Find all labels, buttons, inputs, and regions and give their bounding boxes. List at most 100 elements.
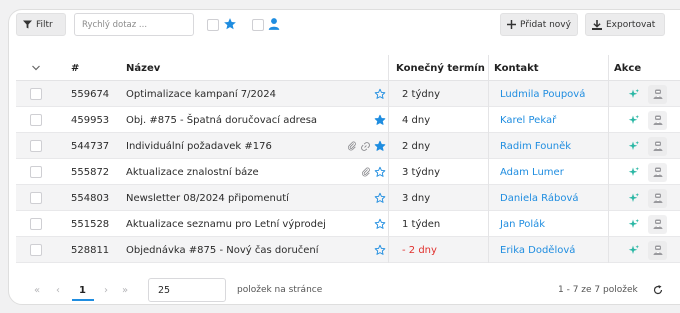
agent-icon (653, 245, 662, 255)
column-divider (608, 237, 609, 263)
assign-agent-button[interactable] (648, 136, 667, 156)
column-header-actions: Akce (614, 62, 642, 74)
row-contact-link[interactable]: Erika Dodělová (494, 237, 614, 263)
column-divider (608, 133, 609, 159)
ai-action-button[interactable] (624, 215, 643, 234)
column-header-deadline[interactable]: Konečný termín (396, 55, 496, 81)
row-contact-link[interactable]: Jan Polák (494, 211, 614, 237)
column-divider (488, 107, 489, 133)
row-contact-link[interactable]: Karel Pekař (494, 107, 614, 133)
pagination: « ‹ 1 › » 25 položek na stránce 1 - 7 ze… (16, 278, 680, 302)
row-actions (614, 237, 680, 263)
ai-action-button[interactable] (624, 85, 643, 104)
ai-action-button[interactable] (624, 111, 643, 130)
ai-action-button[interactable] (624, 241, 643, 260)
row-checkbox[interactable] (30, 140, 42, 152)
export-button[interactable]: Exportovat (585, 13, 665, 36)
row-id: 559674 (71, 88, 110, 100)
row-checkbox[interactable] (30, 244, 42, 256)
page-size-input[interactable]: 25 (148, 278, 226, 302)
items-range-label: 1 - 7 ze 7 položek (558, 285, 638, 295)
filter-button[interactable]: Filtr (16, 13, 66, 36)
row-contact-link[interactable]: Radim Founěk (494, 133, 614, 159)
star-icon[interactable] (223, 17, 237, 31)
page-size-label: položek na stránce (237, 285, 323, 295)
star-icon[interactable] (374, 192, 386, 204)
column-divider (388, 55, 389, 81)
assign-agent-button[interactable] (648, 84, 667, 104)
assign-agent-button[interactable] (648, 110, 667, 130)
star-icon[interactable] (374, 140, 386, 152)
starred-filter-checkbox[interactable] (207, 19, 219, 31)
row-checkbox[interactable] (30, 114, 42, 126)
export-label: Exportovat (606, 19, 656, 30)
table-row[interactable]: 528811 Objednávka #875 - Nový čas doručen… (16, 237, 680, 263)
row-deadline: 1 týden (402, 218, 441, 230)
row-actions (614, 185, 680, 211)
person-icon[interactable] (267, 17, 281, 31)
my-items-filter-checkbox[interactable] (252, 19, 264, 31)
table-row[interactable]: 551528 Aktualizace seznamu pro Letní výpr… (16, 211, 680, 237)
quick-search-input[interactable] (74, 13, 194, 36)
link-icon (361, 141, 370, 151)
ai-action-button[interactable] (624, 189, 643, 208)
agent-icon (653, 167, 662, 177)
download-icon (592, 19, 602, 30)
assign-agent-button[interactable] (648, 162, 667, 182)
row-checkbox[interactable] (30, 88, 42, 100)
column-divider (388, 211, 389, 237)
row-id: 528811 (71, 244, 110, 256)
active-page-indicator (72, 299, 94, 301)
table-row[interactable]: 555872 Aktualizace znalostní báze 3 týdny A… (16, 159, 680, 185)
next-page-button[interactable]: › (104, 278, 108, 302)
row-contact-link[interactable]: Ludmila Poupová (494, 81, 614, 107)
row-actions (614, 133, 680, 159)
last-page-button[interactable]: » (122, 278, 128, 302)
column-divider (388, 159, 389, 185)
column-divider (388, 107, 389, 133)
column-header-name[interactable]: Název (126, 55, 386, 81)
refresh-icon (653, 285, 663, 295)
ai-action-button[interactable] (624, 163, 643, 182)
assign-agent-button[interactable] (648, 240, 667, 260)
row-flags (316, 107, 386, 133)
table-row[interactable]: 559674 Optimalizace kampaní 7/2024 2 týdny… (16, 81, 680, 107)
column-divider (608, 185, 609, 211)
star-icon[interactable] (374, 114, 386, 126)
table-row[interactable]: 544737 Individuální požadavek #176 2 dny Ra… (16, 133, 680, 159)
row-contact-link[interactable]: Daniela Rábová (494, 185, 614, 211)
sparkle-icon (628, 167, 639, 176)
row-actions (614, 211, 680, 237)
first-page-button[interactable]: « (34, 278, 40, 302)
sparkle-icon (628, 141, 639, 150)
row-flags (316, 185, 386, 211)
row-id: 554803 (71, 192, 110, 204)
table-row[interactable]: 459953 Obj. #875 - Špatná doručovací adre… (16, 107, 680, 133)
row-checkbox[interactable] (30, 218, 42, 230)
table-row[interactable]: 554803 Newsletter 08/2024 připomenutí 3 dn… (16, 185, 680, 211)
add-new-button[interactable]: Přidat nový (500, 13, 578, 36)
sort-toggle[interactable] (16, 55, 56, 81)
column-header-contact[interactable]: Kontakt (494, 55, 614, 81)
row-checkbox[interactable] (30, 166, 42, 178)
column-divider (488, 81, 489, 107)
row-checkbox-cell (16, 81, 56, 107)
star-icon[interactable] (374, 218, 386, 230)
refresh-button[interactable] (652, 278, 664, 302)
assign-agent-button[interactable] (648, 188, 667, 208)
star-icon[interactable] (374, 244, 386, 256)
row-checkbox-cell (16, 159, 56, 185)
previous-page-button[interactable]: ‹ (56, 278, 60, 302)
funnel-icon (23, 20, 32, 29)
row-flags (316, 81, 386, 107)
row-checkbox[interactable] (30, 192, 42, 204)
star-icon[interactable] (374, 166, 386, 178)
table-header: # Název Konečný termín Kontakt Akce (16, 55, 680, 81)
ai-action-button[interactable] (624, 137, 643, 156)
agent-icon (653, 89, 662, 99)
column-header-id[interactable]: # (71, 55, 121, 81)
star-icon[interactable] (374, 88, 386, 100)
row-id: 544737 (71, 140, 110, 152)
assign-agent-button[interactable] (648, 214, 667, 234)
row-contact-link[interactable]: Adam Lumer (494, 159, 614, 185)
